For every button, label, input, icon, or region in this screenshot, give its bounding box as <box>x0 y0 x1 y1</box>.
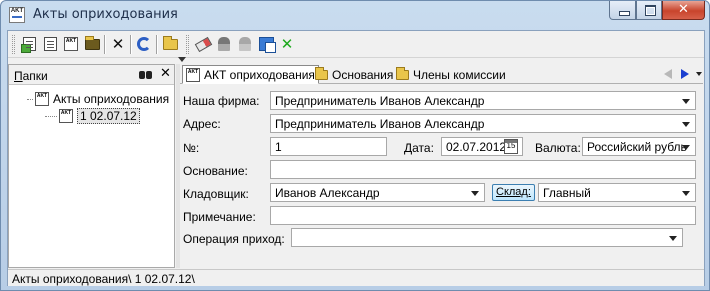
tab-label: Члены комиссии <box>413 67 506 82</box>
tab-osnovaniya[interactable]: Основания <box>312 65 396 84</box>
tab-label: Основания <box>332 67 394 82</box>
tree-item-child[interactable]: AKT 1 02.07.12 <box>45 108 140 124</box>
warehouse-button-label: Склад: <box>496 186 531 198</box>
calendar-icon[interactable]: 15 <box>504 139 518 154</box>
chevron-down-icon[interactable] <box>669 236 677 241</box>
green-x-icon[interactable]: ✕ <box>278 35 296 53</box>
note-label: Примечание: <box>183 210 256 224</box>
storekeeper-value: Иванов Александр <box>275 186 380 200</box>
akt-icon-text: AKT <box>64 37 78 51</box>
warehouse-value: Главный <box>543 186 591 200</box>
chevron-down-icon[interactable] <box>682 122 690 127</box>
maximize-button[interactable] <box>636 1 662 20</box>
currency-value: Российский рубль <box>587 140 687 154</box>
tree-item-label: Акты оприходования <box>53 92 170 106</box>
tree-item-root[interactable]: AKT Акты оприходования <box>27 91 169 107</box>
document-pane: AKT АКТ оприходования Основания Члены ко… <box>180 64 703 268</box>
client-area: AKT ✕ ✕ Папки ✕ AKT Акты оприходования A… <box>7 30 705 286</box>
toolbar-separator <box>104 35 106 54</box>
close-button[interactable]: ✕ <box>662 1 705 20</box>
akt-icon: AKT <box>35 92 49 106</box>
tab-label: АКТ оприходования <box>204 67 315 82</box>
firm-value: Предприниматель Иванов Александр <box>275 94 485 108</box>
toolbar-grip-2[interactable] <box>186 35 189 54</box>
stamp-icon[interactable] <box>215 35 233 53</box>
basis-label: Основание: <box>183 164 248 178</box>
app-icon-text: AKT <box>10 8 24 14</box>
tab-scroll-left-icon[interactable] <box>664 69 672 79</box>
currency-select[interactable]: Российский рубль <box>582 137 696 156</box>
number-field[interactable]: 1 <box>270 137 387 156</box>
date-field[interactable]: 02.07.2012 15 <box>441 137 523 156</box>
main-window: AKT Акты оприходования ✕ AKT ✕ ✕ Папки ✕… <box>0 0 710 291</box>
status-bar: Акты оприходования\ 1 02.07.12\ <box>8 269 704 286</box>
tab-strip: AKT АКТ оприходования Основания Члены ко… <box>180 64 703 84</box>
tree-item-label: 1 02.07.12 <box>77 108 140 124</box>
binoculars-search-icon[interactable] <box>139 68 153 80</box>
address-select[interactable]: Предприниматель Иванов Александр <box>270 114 696 133</box>
date-label: Дата: <box>404 141 434 155</box>
date-value: 02.07.2012 <box>446 140 507 154</box>
currency-label: Валюта: <box>535 141 581 155</box>
eraser-icon[interactable] <box>194 35 212 53</box>
warehouse-button[interactable]: Склад: <box>492 184 535 201</box>
close-icon: ✕ <box>678 2 689 17</box>
warehouse-select[interactable]: Главный <box>538 183 696 202</box>
minimize-button[interactable] <box>609 1 636 20</box>
firm-select[interactable]: Предприниматель Иванов Александр <box>270 91 696 110</box>
app-icon: AKT <box>9 7 25 23</box>
akt-icon: AKT <box>59 109 73 123</box>
copy-blue-icon[interactable] <box>257 35 276 53</box>
add-document-icon[interactable] <box>20 35 38 53</box>
folders-pane: Папки ✕ AKT Акты оприходования AKT 1 02.… <box>8 64 175 268</box>
storekeeper-label: Кладовщик: <box>183 187 249 201</box>
toolbar-chevron-down-icon[interactable] <box>178 57 186 62</box>
firm-label: Наша фирма: <box>183 94 260 108</box>
close-pane-icon[interactable]: ✕ <box>160 66 171 81</box>
stamp-gray-icon[interactable] <box>236 35 254 53</box>
basis-field[interactable] <box>270 160 696 179</box>
number-label: №: <box>183 141 200 155</box>
title-bar[interactable]: AKT Акты оприходования ✕ <box>1 1 709 30</box>
operation-select[interactable] <box>291 228 683 247</box>
akt-document-icon[interactable]: AKT <box>62 35 80 53</box>
toolbar-separator <box>156 35 158 54</box>
address-label: Адрес: <box>183 117 221 131</box>
chevron-down-icon[interactable] <box>682 191 690 196</box>
note-field[interactable] <box>270 206 696 225</box>
storekeeper-select[interactable]: Иванов Александр <box>270 183 485 202</box>
address-value: Предприниматель Иванов Александр <box>275 117 485 131</box>
tab-akt[interactable]: AKT АКТ оприходования <box>182 65 319 84</box>
folder-icon <box>396 66 409 80</box>
window-title: Акты оприходования <box>33 7 178 22</box>
toolbar: AKT ✕ ✕ <box>8 31 704 62</box>
tab-chleny-komissii[interactable]: Члены комиссии <box>393 65 509 84</box>
folders-pane-header: Папки ✕ <box>9 65 174 85</box>
folder-edit-icon[interactable] <box>83 35 101 53</box>
copy-document-icon[interactable] <box>41 35 59 53</box>
toolbar-separator <box>130 35 132 54</box>
chevron-down-icon[interactable] <box>471 191 479 196</box>
delete-x-icon[interactable]: ✕ <box>109 35 127 53</box>
tab-scroll-right-icon[interactable] <box>681 69 689 79</box>
akt-icon: AKT <box>186 67 200 82</box>
chevron-down-icon[interactable] <box>682 99 690 104</box>
operation-label: Операция приход: <box>183 232 285 246</box>
document-form: Наша фирма: Предприниматель Иванов Алекс… <box>180 86 703 266</box>
folder-open-icon[interactable] <box>161 35 179 53</box>
refresh-icon[interactable] <box>135 35 153 53</box>
number-value: 1 <box>275 140 282 154</box>
toolbar-grip[interactable] <box>12 35 15 54</box>
chevron-down-icon[interactable] <box>682 145 690 150</box>
tab-dropdown-icon[interactable] <box>696 72 702 76</box>
folders-pane-title: Папки <box>14 69 48 83</box>
folder-icon <box>315 66 328 80</box>
